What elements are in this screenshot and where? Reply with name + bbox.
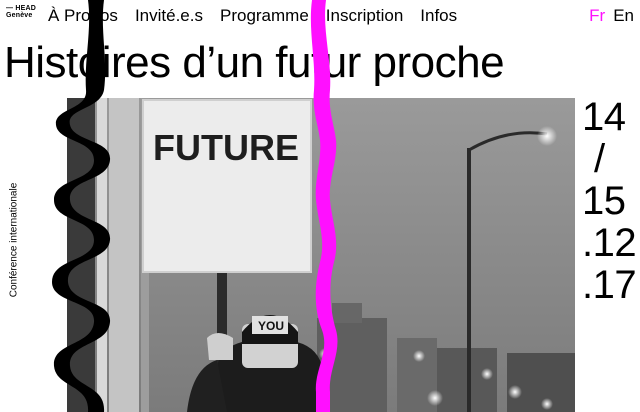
date-month: .12 [582, 221, 637, 265]
hero-photo: FUTURE YOU [67, 98, 575, 412]
lang-fr-link[interactable]: Fr [589, 5, 605, 27]
logo-line-1: — HEAD [6, 5, 36, 12]
nav-item-invites[interactable]: Invité.e.s [135, 5, 203, 27]
logo[interactable]: — HEAD Genève [6, 5, 36, 19]
lang-en-link[interactable]: En [613, 5, 634, 27]
logo-line-2: Genève [6, 12, 33, 19]
sign-future-text: FUTURE [153, 127, 299, 168]
page: — HEAD Genève À Propos Invité.e.s Progra… [0, 0, 640, 412]
nav-item-a-propos[interactable]: À Propos [48, 5, 118, 27]
nav-item-programme[interactable]: Programme [220, 5, 309, 27]
page-title: Histoires d’un futur proche [4, 38, 505, 87]
date-day-1: 14 [582, 95, 626, 139]
conference-label: Conférence internationale [8, 182, 20, 298]
date-day-2: 15 [582, 179, 626, 223]
language-switch: Fr En [589, 5, 634, 27]
hero-photo-illustration: FUTURE YOU [67, 98, 575, 412]
nav-item-infos[interactable]: Infos [420, 5, 457, 27]
event-dates: 14 / 15 .12 .17 [582, 96, 640, 306]
date-year: .17 [582, 263, 637, 307]
nav-item-inscription[interactable]: Inscription [326, 5, 403, 27]
sign-you-text: YOU [258, 319, 284, 333]
main-nav: À Propos Invité.e.s Programme Inscriptio… [48, 5, 474, 27]
date-separator: / [594, 137, 605, 181]
